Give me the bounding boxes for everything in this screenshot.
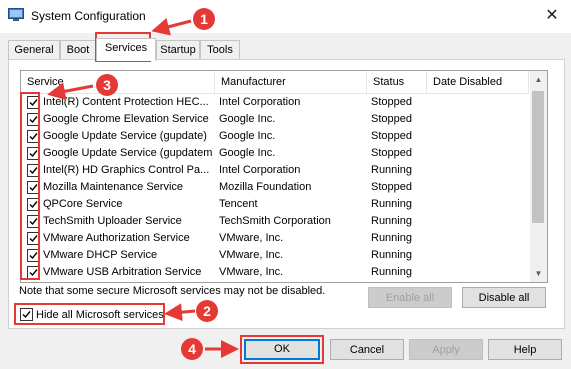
step-4-badge: 4 [181, 338, 203, 360]
step-3-badge: 3 [96, 74, 118, 96]
step-2-badge: 2 [196, 300, 218, 322]
annotation-arrows [47, 18, 239, 358]
tab-services[interactable]: Services [96, 38, 156, 61]
step-1-badge: 1 [193, 8, 215, 30]
